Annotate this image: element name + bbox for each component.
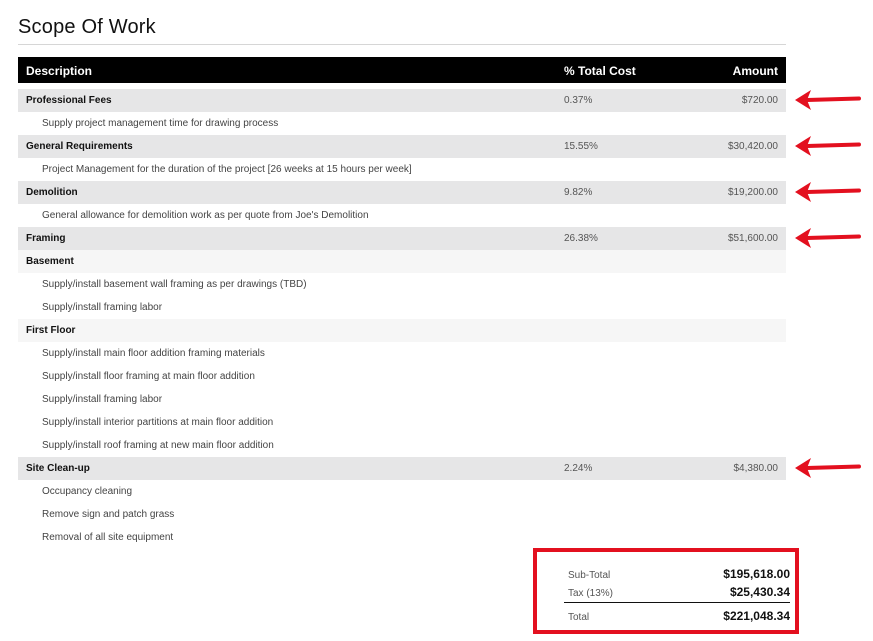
header-pct-total-cost: % Total Cost [564,64,636,78]
table-header: Description % Total Cost Amount [18,57,786,83]
subtotal-label: Sub-Total [568,570,611,581]
category-row: Framing 26.38% $51,600.00 [18,227,786,250]
row-pct-total-cost: 9.82% [564,187,593,198]
row-description: Supply project management time for drawi… [42,118,279,129]
row-description: Basement [26,256,74,267]
row-description: Supply/install main floor addition frami… [42,348,265,359]
left-arrow-icon [793,181,861,203]
row-pct-total-cost: 15.55% [564,141,598,152]
row-description: Supply/install framing labor [42,302,163,313]
subheading-row: Basement [18,250,786,273]
left-arrow-icon [793,227,861,249]
left-arrow-icon [793,457,861,479]
line-item-row: Supply/install floor framing at main flo… [18,365,786,388]
row-description: Occupancy cleaning [42,486,133,497]
title-divider [18,44,786,45]
subtotal-value: $195,618.00 [723,567,790,581]
category-row: Demolition 9.82% $19,200.00 [18,181,786,204]
line-item-row: Supply/install framing labor [18,296,786,319]
left-arrow-icon [793,135,861,157]
subheading-row: First Floor [18,319,786,342]
category-row: General Requirements 15.55% $30,420.00 [18,135,786,158]
tax-row: Tax (13%) $25,430.34 [564,584,790,602]
line-item-row: Supply project management time for drawi… [18,112,786,135]
row-description: Supply/install framing labor [42,394,163,405]
line-item-row: Removal of all site equipment [18,526,786,549]
row-pct-total-cost: 2.24% [564,463,593,474]
row-amount: $4,380.00 [733,463,779,474]
row-description: Professional Fees [26,95,112,106]
row-description: Project Management for the duration of t… [42,164,412,175]
line-item-row: Project Management for the duration of t… [18,158,786,181]
row-description: Demolition [26,187,78,198]
line-item-row: Occupancy cleaning [18,480,786,503]
total-value: $221,048.34 [723,609,790,623]
row-description: Removal of all site equipment [42,532,174,543]
row-pct-total-cost: 26.38% [564,233,598,244]
line-item-row: Remove sign and patch grass [18,503,786,526]
row-description: General Requirements [26,141,133,152]
row-pct-total-cost: 0.37% [564,95,593,106]
scope-table-body: Professional Fees 0.37% $720.00 Supply proj… [18,89,786,549]
header-description: Description [26,64,93,78]
left-arrow-icon [793,89,861,111]
row-amount: $51,600.00 [727,233,778,244]
row-description: Framing [26,233,66,244]
tax-label: Tax (13%) [568,588,614,599]
row-description: Supply/install basement wall framing as … [42,279,307,290]
line-item-row: Supply/install roof framing at new main … [18,434,786,457]
totals-divider [564,602,790,603]
subtotal-row: Sub-Total $195,618.00 [564,566,790,584]
line-item-row: Supply/install framing labor [18,388,786,411]
line-item-row: General allowance for demolition work as… [18,204,786,227]
total-row: Total $221,048.34 [564,608,790,626]
row-amount: $720.00 [741,95,778,106]
row-amount: $19,200.00 [727,187,778,198]
category-row: Site Clean-up 2.24% $4,380.00 [18,457,786,480]
page-title: Scope Of Work [18,16,156,38]
line-item-row: Supply/install main floor addition frami… [18,342,786,365]
row-description: General allowance for demolition work as… [42,210,369,221]
row-amount: $30,420.00 [727,141,778,152]
totals-box: Sub-Total $195,618.00 Tax (13%) $25,430.… [533,548,799,634]
row-description: Site Clean-up [26,463,90,474]
row-description: Supply/install floor framing at main flo… [42,371,255,382]
row-description: Supply/install roof framing at new main … [42,440,274,451]
category-row: Professional Fees 0.37% $720.00 [18,89,786,112]
row-description: First Floor [26,325,76,336]
tax-value: $25,430.34 [729,585,790,599]
total-label: Total [568,612,590,623]
header-amount: Amount [732,64,778,78]
row-description: Supply/install interior partitions at ma… [42,417,274,428]
line-item-row: Supply/install interior partitions at ma… [18,411,786,434]
line-item-row: Supply/install basement wall framing as … [18,273,786,296]
row-description: Remove sign and patch grass [42,509,175,520]
